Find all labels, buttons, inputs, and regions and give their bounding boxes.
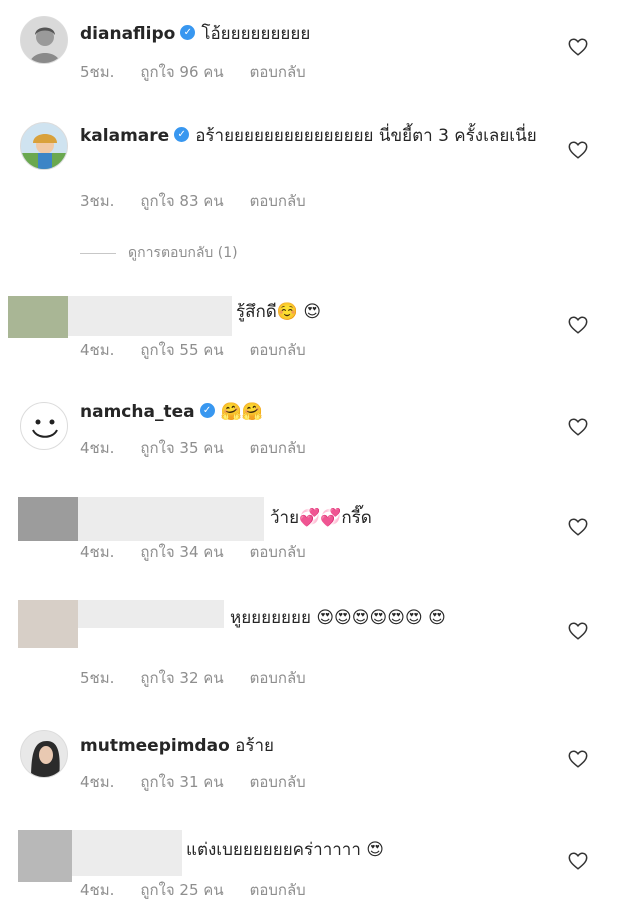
avatar[interactable]: [20, 730, 68, 778]
blurred-username: [78, 497, 264, 541]
avatar[interactable]: [20, 16, 68, 64]
reply-button[interactable]: ตอบกลับ: [250, 63, 306, 81]
comment-text: โอ้ยยยยยยยยย: [201, 24, 311, 44]
verified-badge-icon: ✓: [174, 127, 190, 142]
heart-icon[interactable]: [567, 416, 589, 438]
comment-time: 3ชม.: [80, 192, 115, 210]
comment-time: 4ชม.: [80, 543, 115, 561]
blurred-avatar: [18, 497, 78, 541]
heart-icon[interactable]: [567, 36, 589, 58]
heart-icon[interactable]: [567, 314, 589, 336]
comment-text: อร้าย: [235, 736, 275, 756]
comment-time: 4ชม.: [80, 773, 115, 791]
blurred-username: [72, 830, 182, 876]
comment-text: รู้สึกดี☺️ 😍: [236, 302, 322, 322]
reply-button[interactable]: ตอบกลับ: [250, 881, 306, 899]
comment-text: อร้ายยยยยยยยยยยยยยย นี่ขยี้ตา 3 ครั้งเลย…: [195, 126, 537, 146]
username[interactable]: mutmeepimdao: [80, 736, 230, 756]
username[interactable]: dianaflipo: [80, 24, 175, 44]
likes-count[interactable]: ถูกใจ 55 คน: [140, 341, 223, 359]
reply-button[interactable]: ตอบกลับ: [250, 439, 306, 457]
heart-icon[interactable]: [567, 748, 589, 770]
avatar[interactable]: [20, 122, 68, 170]
divider: [80, 252, 116, 254]
comment-time: 4ชม.: [80, 881, 115, 899]
likes-count[interactable]: ถูกใจ 83 คน: [140, 192, 223, 210]
verified-badge-icon: ✓: [199, 403, 215, 418]
blurred-avatar: [18, 830, 72, 882]
heart-icon[interactable]: [567, 516, 589, 538]
comment-time: 4ชม.: [80, 341, 115, 359]
heart-icon[interactable]: [567, 850, 589, 872]
comment-text: ว้าย💞💞กรี๊ด: [270, 508, 372, 528]
view-replies-label: ดูการตอบกลับ (1): [128, 245, 238, 261]
likes-count[interactable]: ถูกใจ 34 คน: [140, 543, 223, 561]
verified-badge-icon: ✓: [180, 25, 196, 40]
comment-time: 5ชม.: [80, 669, 115, 687]
likes-count[interactable]: ถูกใจ 35 คน: [140, 439, 223, 457]
comment-text: หูยยยยยยย 😍😍😍😍😍😍 😍: [230, 608, 446, 628]
likes-count[interactable]: ถูกใจ 96 คน: [140, 63, 223, 81]
comment-time: 4ชม.: [80, 439, 115, 457]
reply-button[interactable]: ตอบกลับ: [250, 773, 306, 791]
avatar[interactable]: [20, 402, 68, 450]
comment-text: แต่งเบยยยยยยคร่าาาาา 😍: [186, 840, 385, 860]
likes-count[interactable]: ถูกใจ 25 คน: [140, 881, 223, 899]
reply-button[interactable]: ตอบกลับ: [250, 192, 306, 210]
comment-text: 🤗🤗: [220, 402, 263, 422]
reply-button[interactable]: ตอบกลับ: [250, 341, 306, 359]
blurred-avatar: [18, 600, 78, 648]
reply-button[interactable]: ตอบกลับ: [250, 669, 306, 687]
blurred-avatar: [8, 296, 68, 338]
blurred-username: [68, 296, 232, 336]
heart-icon[interactable]: [567, 139, 589, 161]
view-replies-button[interactable]: ดูการตอบกลับ (1): [80, 242, 238, 264]
heart-icon[interactable]: [567, 620, 589, 642]
username[interactable]: namcha_tea: [80, 402, 195, 422]
username[interactable]: kalamare: [80, 126, 169, 146]
reply-button[interactable]: ตอบกลับ: [250, 543, 306, 561]
likes-count[interactable]: ถูกใจ 31 คน: [140, 773, 223, 791]
comment-time: 5ชม.: [80, 63, 115, 81]
likes-count[interactable]: ถูกใจ 32 คน: [140, 669, 223, 687]
